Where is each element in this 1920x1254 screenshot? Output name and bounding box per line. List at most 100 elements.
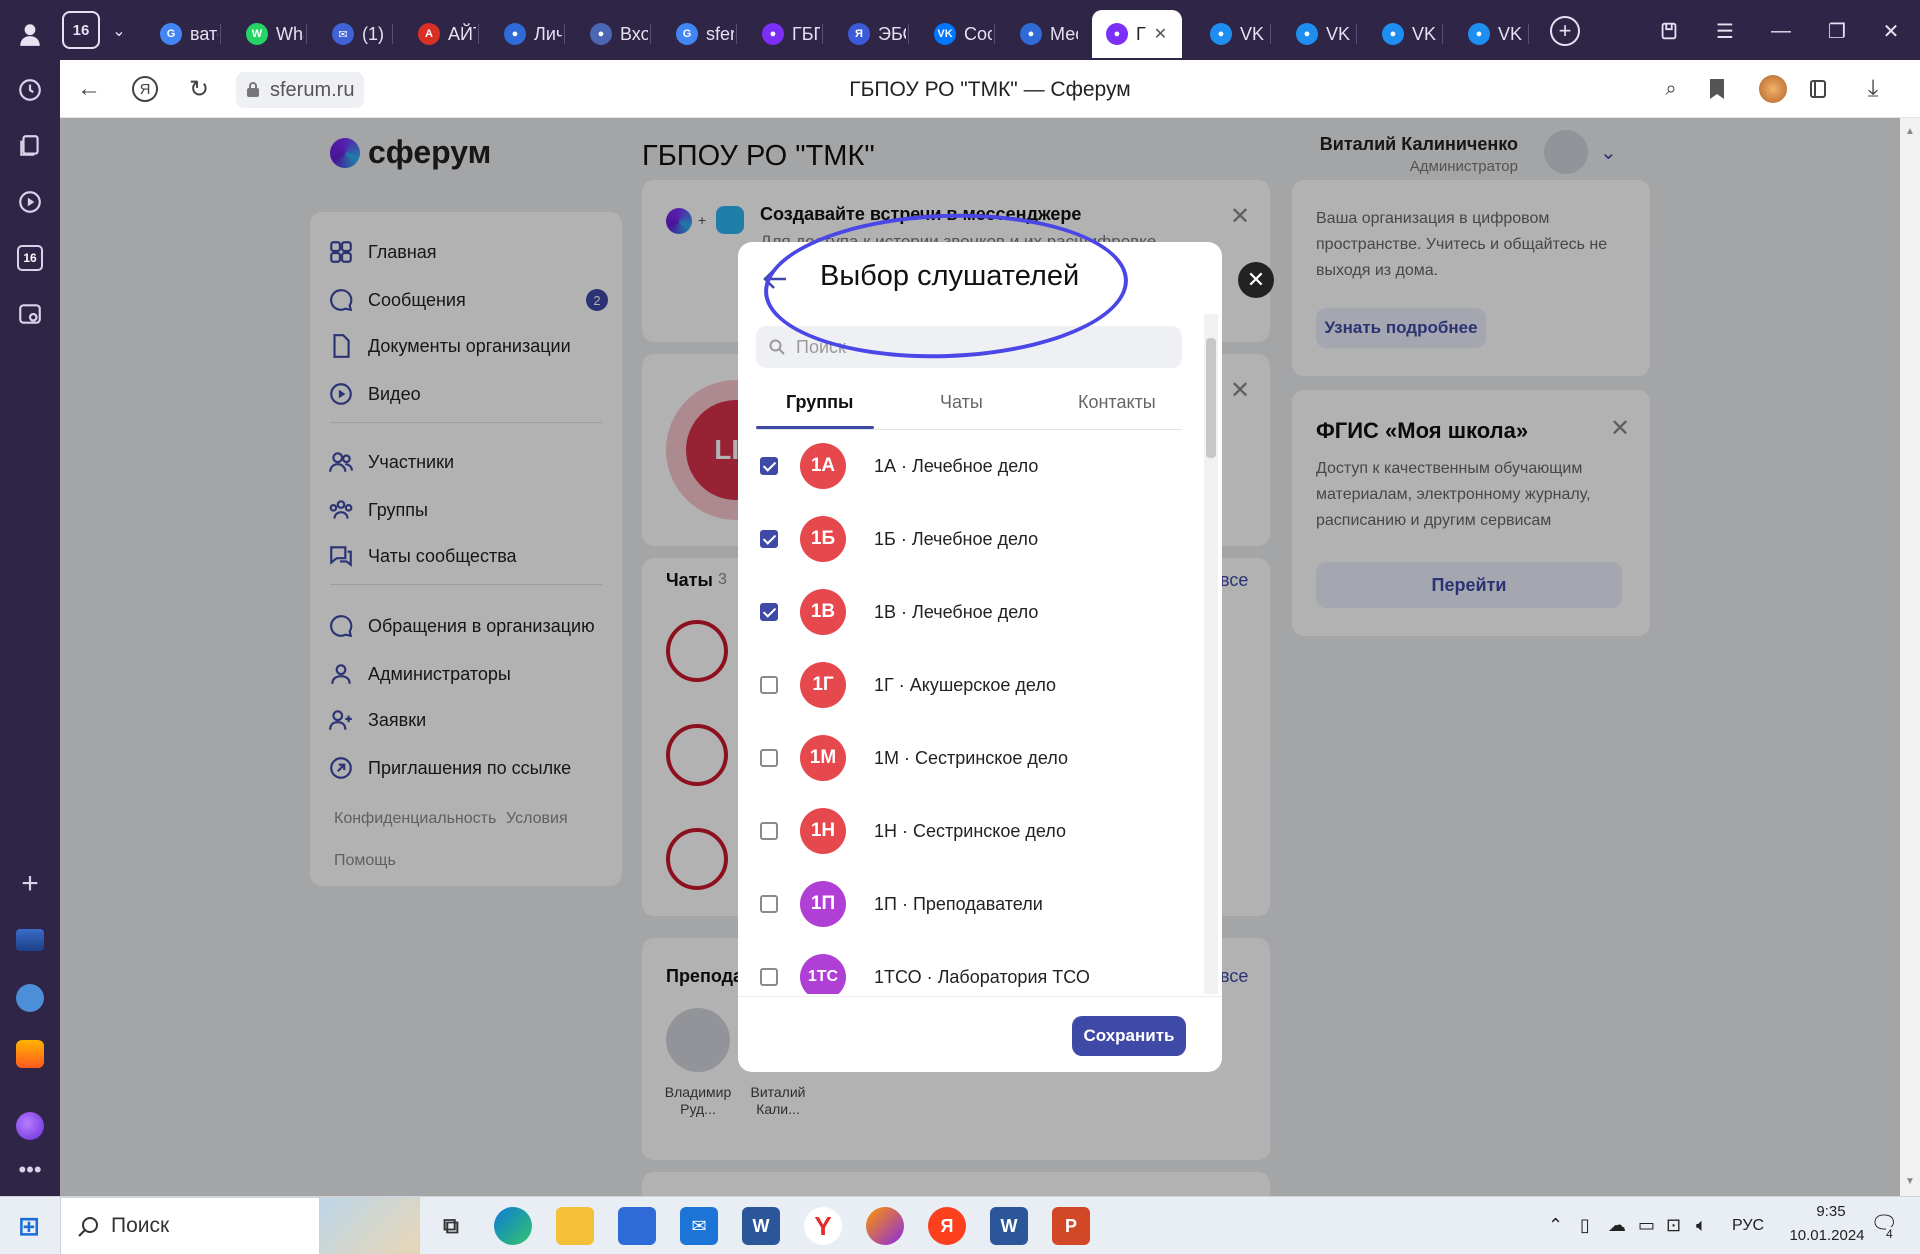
browser-tab[interactable]: ● VK I [1454,10,1526,58]
notifications-icon[interactable]: 🗨︎ [1870,1211,1900,1239]
scroll-up-icon[interactable]: ▲ [1905,126,1915,137]
browser-tab[interactable]: ● Мес [1006,10,1078,58]
file-explorer-icon[interactable] [556,1207,594,1245]
browser-tab[interactable]: ● VK I [1282,10,1354,58]
group-avatar: 1П [800,881,846,927]
group-checkbox[interactable] [760,749,778,767]
onedrive-icon[interactable]: ☁ [1608,1215,1626,1236]
volume-icon[interactable]: 🔈︎ [1696,1215,1707,1236]
video-icon[interactable] [12,184,48,220]
restore-icon[interactable]: ❐ [1820,14,1854,48]
group-checkbox[interactable] [760,457,778,475]
extensions-icon[interactable] [1802,72,1836,106]
app-bird-icon[interactable] [12,980,48,1016]
screenshot-icon[interactable] [12,296,48,332]
page-scrollbar[interactable]: ▲ ▼ [1900,118,1920,1196]
group-checkbox[interactable] [760,968,778,986]
modal-close-icon[interactable]: ✕ [1238,262,1274,298]
downloads-tray-icon[interactable] [1652,14,1686,48]
app-landscape-icon[interactable] [12,922,48,958]
yandex-icon[interactable]: Я [928,1207,966,1245]
search-icon [769,339,785,355]
group-checkbox[interactable] [760,530,778,548]
group-row[interactable]: 1А 1А · Лечебное дело [738,430,1198,502]
language-indicator[interactable]: РУС [1732,1217,1764,1235]
group-row[interactable]: 1П 1П · Преподаватели [738,868,1198,940]
history-icon[interactable] [12,72,48,108]
tray-device-icon[interactable]: ▯ [1580,1215,1590,1236]
firefox-icon[interactable] [866,1207,904,1245]
group-checkbox[interactable] [760,676,778,694]
new-tab-button[interactable]: + [1550,16,1580,46]
tabs-count-icon[interactable]: 16 [12,240,48,276]
clock-time[interactable]: 9:35 [1796,1203,1866,1220]
tab-count-button[interactable]: 16 [62,11,100,49]
profile-avatar-icon[interactable] [1756,72,1790,106]
app-mail-icon[interactable] [12,1036,48,1072]
collections-icon[interactable] [12,128,48,164]
browser-tab[interactable]: Gвато [146,10,218,58]
tab-separator [392,24,393,44]
browser-tab[interactable]: ● Вхо [576,10,648,58]
browser-tab[interactable]: ✉ (1) Е [318,10,390,58]
mail-icon[interactable]: ✉ [680,1207,718,1245]
browser-tab[interactable]: A АЙТ [404,10,476,58]
yandex-browser-icon[interactable]: Y [804,1207,842,1245]
group-row[interactable]: 1Г 1Г · Акушерское дело [738,649,1198,721]
browser-tab[interactable]: ● Г ✕ [1092,10,1182,58]
save-button[interactable]: Сохранить [1072,1016,1186,1056]
tab-groups[interactable]: Группы [786,392,853,413]
close-window-icon[interactable]: ✕ [1874,14,1908,48]
group-checkbox[interactable] [760,895,778,913]
browser-tab[interactable]: Gsfer [662,10,734,58]
network-icon[interactable]: ⊡ [1666,1215,1681,1236]
tab-separator [1270,24,1271,44]
url-field[interactable]: sferum.ru [236,72,365,108]
store-icon[interactable] [618,1207,656,1245]
group-row[interactable]: 1М 1М · Сестринское дело [738,722,1198,794]
more-icon[interactable]: ••• [12,1152,48,1188]
profile-icon[interactable] [12,16,48,52]
clock-date[interactable]: 10.01.2024 [1772,1227,1882,1244]
group-row[interactable]: 1Б 1Б · Лечебное дело [738,503,1198,575]
tray-chevron-icon[interactable]: ⌃ [1548,1215,1563,1236]
group-row[interactable]: 1Н 1Н · Сестринское дело [738,795,1198,867]
group-row[interactable]: 1ТС 1ТСО · Лаборатория ТСО [738,941,1198,994]
browser-tab[interactable]: ● ГБП [748,10,820,58]
download-icon[interactable]: ⤓ [1856,72,1890,106]
group-checkbox[interactable] [760,603,778,621]
browser-tab[interactable]: ● Лич [490,10,562,58]
edge-icon[interactable] [494,1207,532,1245]
bookmark-icon[interactable] [1700,72,1734,106]
browser-tab[interactable]: ● VK I [1196,10,1268,58]
tab-contacts[interactable]: Контакты [1078,392,1156,413]
close-tab-icon[interactable]: ✕ [1154,24,1167,44]
minimize-icon[interactable]: — [1764,14,1798,48]
group-checkbox[interactable] [760,822,778,840]
group-row[interactable]: 1В 1В · Лечебное дело [738,576,1198,648]
taskbar-search[interactable]: Поиск [60,1197,420,1254]
browser-tab[interactable]: ● VK I [1368,10,1440,58]
word-icon[interactable]: W [742,1207,780,1245]
tab-chats[interactable]: Чаты [940,392,983,413]
browser-tab[interactable]: Я ЭБС [834,10,906,58]
menu-icon[interactable]: ☰ [1708,14,1742,48]
back-icon[interactable]: ← [72,72,106,106]
scroll-down-icon[interactable]: ▼ [1905,1176,1915,1187]
reload-icon[interactable]: ↻ [182,72,216,106]
battery-icon[interactable]: ▭ [1638,1215,1655,1236]
group-avatar: 1М [800,735,846,781]
browser-tab[interactable]: VK Coo [920,10,992,58]
alice-icon[interactable] [12,1108,48,1144]
tab-favicon-icon: ● [1106,23,1128,45]
reader-search-icon[interactable]: ⌕ [1654,72,1688,106]
browser-tab[interactable]: W Wha [232,10,304,58]
add-icon[interactable]: + [12,866,48,902]
yandex-icon[interactable]: Я [128,72,162,106]
task-view-icon[interactable]: ⧉ [432,1207,470,1245]
word-document-icon[interactable]: W [990,1207,1028,1245]
tab-list-chevron-icon[interactable]: ⌄ [102,14,136,48]
windows-start-icon[interactable]: ⊞ [10,1207,48,1245]
presentation-icon[interactable]: P [1052,1207,1090,1245]
modal-scroll-thumb[interactable] [1206,338,1216,458]
